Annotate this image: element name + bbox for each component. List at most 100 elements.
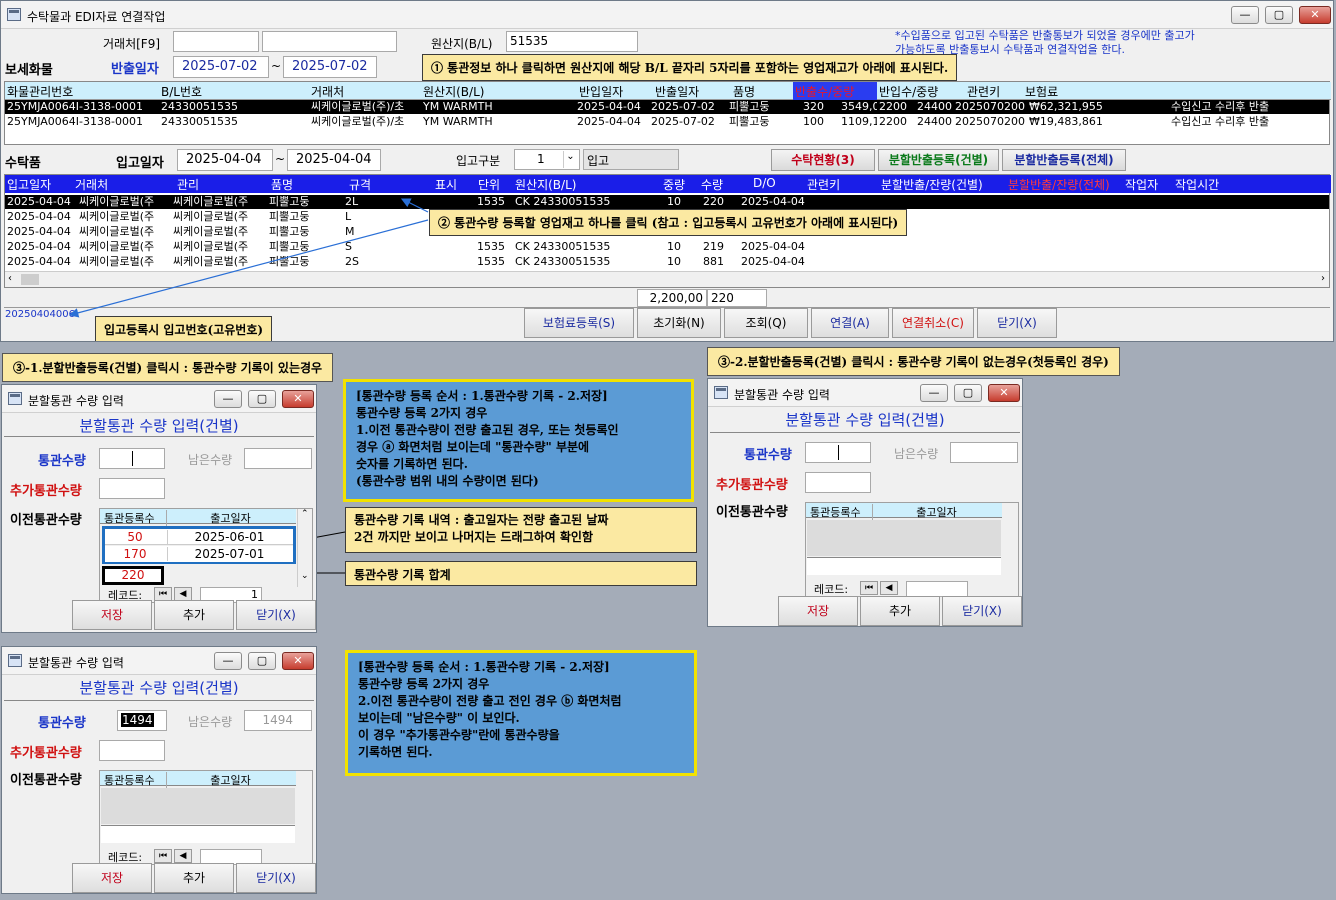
- dialog2-grid-header: 통관등록수 출고일자: [806, 503, 1002, 520]
- dialog2-prev-grid: 통관등록수 출고일자 레코드: ⏮ ◀: [805, 502, 1019, 597]
- dialog3-prev-grid: 통관등록수 출고일자 레코드: ⏮ ◀: [99, 770, 313, 865]
- dialog1-sum-box: 220: [102, 566, 164, 585]
- dialog1-first-record-icon[interactable]: ⏮: [154, 587, 172, 601]
- dialog2-col-date: 출고일자: [872, 504, 1000, 520]
- dialog2-add-input[interactable]: [805, 472, 871, 493]
- dialog3-qty-input[interactable]: 1494: [117, 710, 167, 731]
- split-dialog-3: 분할통관 수량 입력 — ▢ ✕ 분할통관 수량 입력(건별) 통관수량 149…: [1, 646, 317, 894]
- dialog3-col-date: 출고일자: [166, 772, 294, 788]
- scroll-up-icon[interactable]: ⌃: [301, 509, 309, 519]
- dialog2-add-button[interactable]: 추가: [860, 596, 940, 626]
- dialog3-maximize-button[interactable]: ▢: [248, 652, 276, 670]
- instruction-box-1: [통관수량 등록 순서 : 1.통관수량 기록 - 2.저장] 통관수량 등록 …: [343, 379, 694, 502]
- dialog2-add-label: 추가통관수량: [716, 478, 788, 493]
- box1-line-4: 경우 ⓐ 화면처럼 보이는데 "통관수량" 부분에: [356, 440, 590, 454]
- dialog1-add-button[interactable]: 추가: [154, 600, 234, 630]
- dialog1-add-input[interactable]: [99, 478, 165, 499]
- section-3-1-title: ③-1.분할반출등록(건별) 클릭시 : 통관수량 기록이 있는경우: [2, 353, 334, 382]
- dialog2-qty-input[interactable]: [805, 442, 871, 463]
- dialog3-qty-value: 1494: [121, 713, 154, 727]
- dialog3-empty-area: [101, 788, 295, 824]
- instruction-box-2: [통관수량 등록 순서 : 1.통관수량 기록 - 2.저장] 통관수량 등록 …: [345, 650, 697, 776]
- dialog1-vscroll[interactable]: ⌃ ⌄: [297, 509, 312, 587]
- dialog2-new-row[interactable]: [807, 557, 1001, 575]
- text-cursor: [838, 445, 839, 460]
- dialog3-close-button[interactable]: ✕: [282, 652, 314, 670]
- dialog2-title: 분할통관 수량 입력: [734, 388, 830, 402]
- dialog1-close-dialog-button[interactable]: 닫기(X): [236, 600, 316, 630]
- box2-line-6: 기록하면 된다.: [358, 745, 433, 759]
- dialog3-prev-label: 이전통관수량: [10, 773, 82, 788]
- dialog3-title-bar: 분할통관 수량 입력 — ▢ ✕: [2, 647, 316, 675]
- dialog2-qty-label: 통관수량: [744, 448, 792, 463]
- dialog1-row2-count: 170: [123, 547, 147, 561]
- dialog3-app-icon: [8, 654, 22, 667]
- dialog1-prev-label: 이전통관수량: [10, 513, 82, 528]
- dialog1-title: 분할통관 수량 입력: [28, 394, 124, 408]
- box2-line-5: 이 경우 "추가통관수량"란에 통관수량을: [358, 728, 560, 742]
- dialog2-prev-record-icon[interactable]: ◀: [880, 581, 898, 595]
- dialog2-save-button[interactable]: 저장: [778, 596, 858, 626]
- dialog2-record-label: 레코드:: [814, 583, 849, 596]
- dialog3-close-dialog-button[interactable]: 닫기(X): [236, 863, 316, 893]
- history-note-line-2: 2건 까지만 보이고 나머지는 드래그하여 확인함: [354, 530, 593, 544]
- dialog2-minimize-button[interactable]: —: [920, 384, 948, 402]
- dialog1-row-1[interactable]: 50 2025-06-01: [105, 529, 293, 545]
- dialog3-add-label: 추가통관수량: [10, 746, 82, 761]
- box1-line-1: [통관수량 등록 순서 : 1.통관수량 기록 - 2.저장]: [356, 389, 608, 403]
- dialog1-heading: 분할통관 수량 입력(건별): [79, 417, 239, 435]
- dialog2-close-dialog-button[interactable]: 닫기(X): [942, 596, 1022, 626]
- dialog3-minimize-button[interactable]: —: [214, 652, 242, 670]
- history-note-line-1: 통관수량 기록 내역 : 출고일자는 전량 출고된 날짜: [354, 513, 609, 527]
- dialog3-remain-label: 남은수량: [188, 715, 233, 729]
- text-cursor: [132, 451, 133, 466]
- box2-line-3: 2.이전 통관수량이 전량 출고 전인 경우 ⓑ 화면처럼: [358, 694, 622, 708]
- dialog1-grid-header: 통관등록수 출고일자: [100, 509, 296, 526]
- dialog1-row1-count: 50: [127, 530, 143, 544]
- dialog3-grid-header: 통관등록수 출고일자: [100, 771, 296, 788]
- dialog1-maximize-button[interactable]: ▢: [248, 390, 276, 408]
- box1-line-2: 통관수량 등록 2가지 경우: [356, 406, 488, 420]
- dialog3-heading: 분할통관 수량 입력(건별): [79, 679, 239, 697]
- dialog1-minimize-button[interactable]: —: [214, 390, 242, 408]
- dialog1-prev-grid: 통관등록수 출고일자 50 2025-06-01 170 2025-07-01 …: [99, 508, 313, 603]
- dialog1-row2-date: 2025-07-01: [167, 547, 291, 561]
- dialog2-record-no[interactable]: [906, 581, 968, 597]
- dialog2-app-icon: [714, 386, 728, 399]
- dialog1-save-button[interactable]: 저장: [72, 600, 152, 630]
- split-dialog-2: 분할통관 수량 입력 — ▢ ✕ 분할통관 수량 입력(건별) 통관수량 남은수…: [707, 378, 1023, 627]
- dialog3-heading-line: [4, 700, 314, 701]
- dialog1-qty-input[interactable]: [99, 448, 165, 469]
- dialog1-qty-label: 통관수량: [38, 454, 86, 469]
- box2-line-1: [통관수량 등록 순서 : 1.통관수량 기록 - 2.저장]: [358, 660, 610, 674]
- dialog1-col-count: 통관등록수: [104, 512, 155, 525]
- dialog3-add-button[interactable]: 추가: [154, 863, 234, 893]
- dialog3-new-row[interactable]: [101, 825, 295, 843]
- box1-line-3: 1.이전 통관수량이 전량 출고된 경우, 또는 첫등록인: [356, 423, 619, 437]
- dialog1-row-2[interactable]: 170 2025-07-01: [105, 546, 293, 562]
- box2-line-4: 보이는데 "남은수량" 이 보인다.: [358, 711, 520, 725]
- dialog3-save-button[interactable]: 저장: [72, 863, 152, 893]
- dialog2-maximize-button[interactable]: ▢: [954, 384, 982, 402]
- dialog2-close-button[interactable]: ✕: [988, 384, 1020, 402]
- dialog1-add-label: 추가통관수량: [10, 484, 82, 499]
- dialog1-col-date: 출고일자: [166, 510, 294, 526]
- dialog1-prev-record-icon[interactable]: ◀: [174, 587, 192, 601]
- section-3-2-title: ③-2.분할반출등록(건별) 클릭시 : 통관수량 기록이 없는경우(첫등록인 …: [707, 347, 1120, 376]
- box1-line-6: (통관수량 범위 내의 수량이면 된다): [356, 474, 539, 488]
- dialog1-remain-input: [244, 448, 312, 469]
- dialog1-close-button[interactable]: ✕: [282, 390, 314, 408]
- dialog1-remain-label: 남은수량: [188, 453, 233, 467]
- box2-line-2: 통관수량 등록 2가지 경우: [358, 677, 490, 691]
- dialog1-heading-line: [4, 436, 314, 437]
- dialog3-add-input[interactable]: [99, 740, 165, 761]
- dialog3-prev-record-icon[interactable]: ◀: [174, 849, 192, 863]
- scroll-down-icon[interactable]: ⌄: [301, 571, 309, 581]
- dialog3-qty-label: 통관수량: [38, 716, 86, 731]
- dialog2-first-record-icon[interactable]: ⏮: [860, 581, 878, 595]
- dialog2-heading-line: [710, 432, 1020, 433]
- dialog1-title-bar: 분할통관 수량 입력 — ▢ ✕: [2, 385, 316, 413]
- dialog1-row1-date: 2025-06-01: [167, 530, 291, 544]
- dialog2-col-count: 통관등록수: [810, 506, 861, 519]
- dialog3-first-record-icon[interactable]: ⏮: [154, 849, 172, 863]
